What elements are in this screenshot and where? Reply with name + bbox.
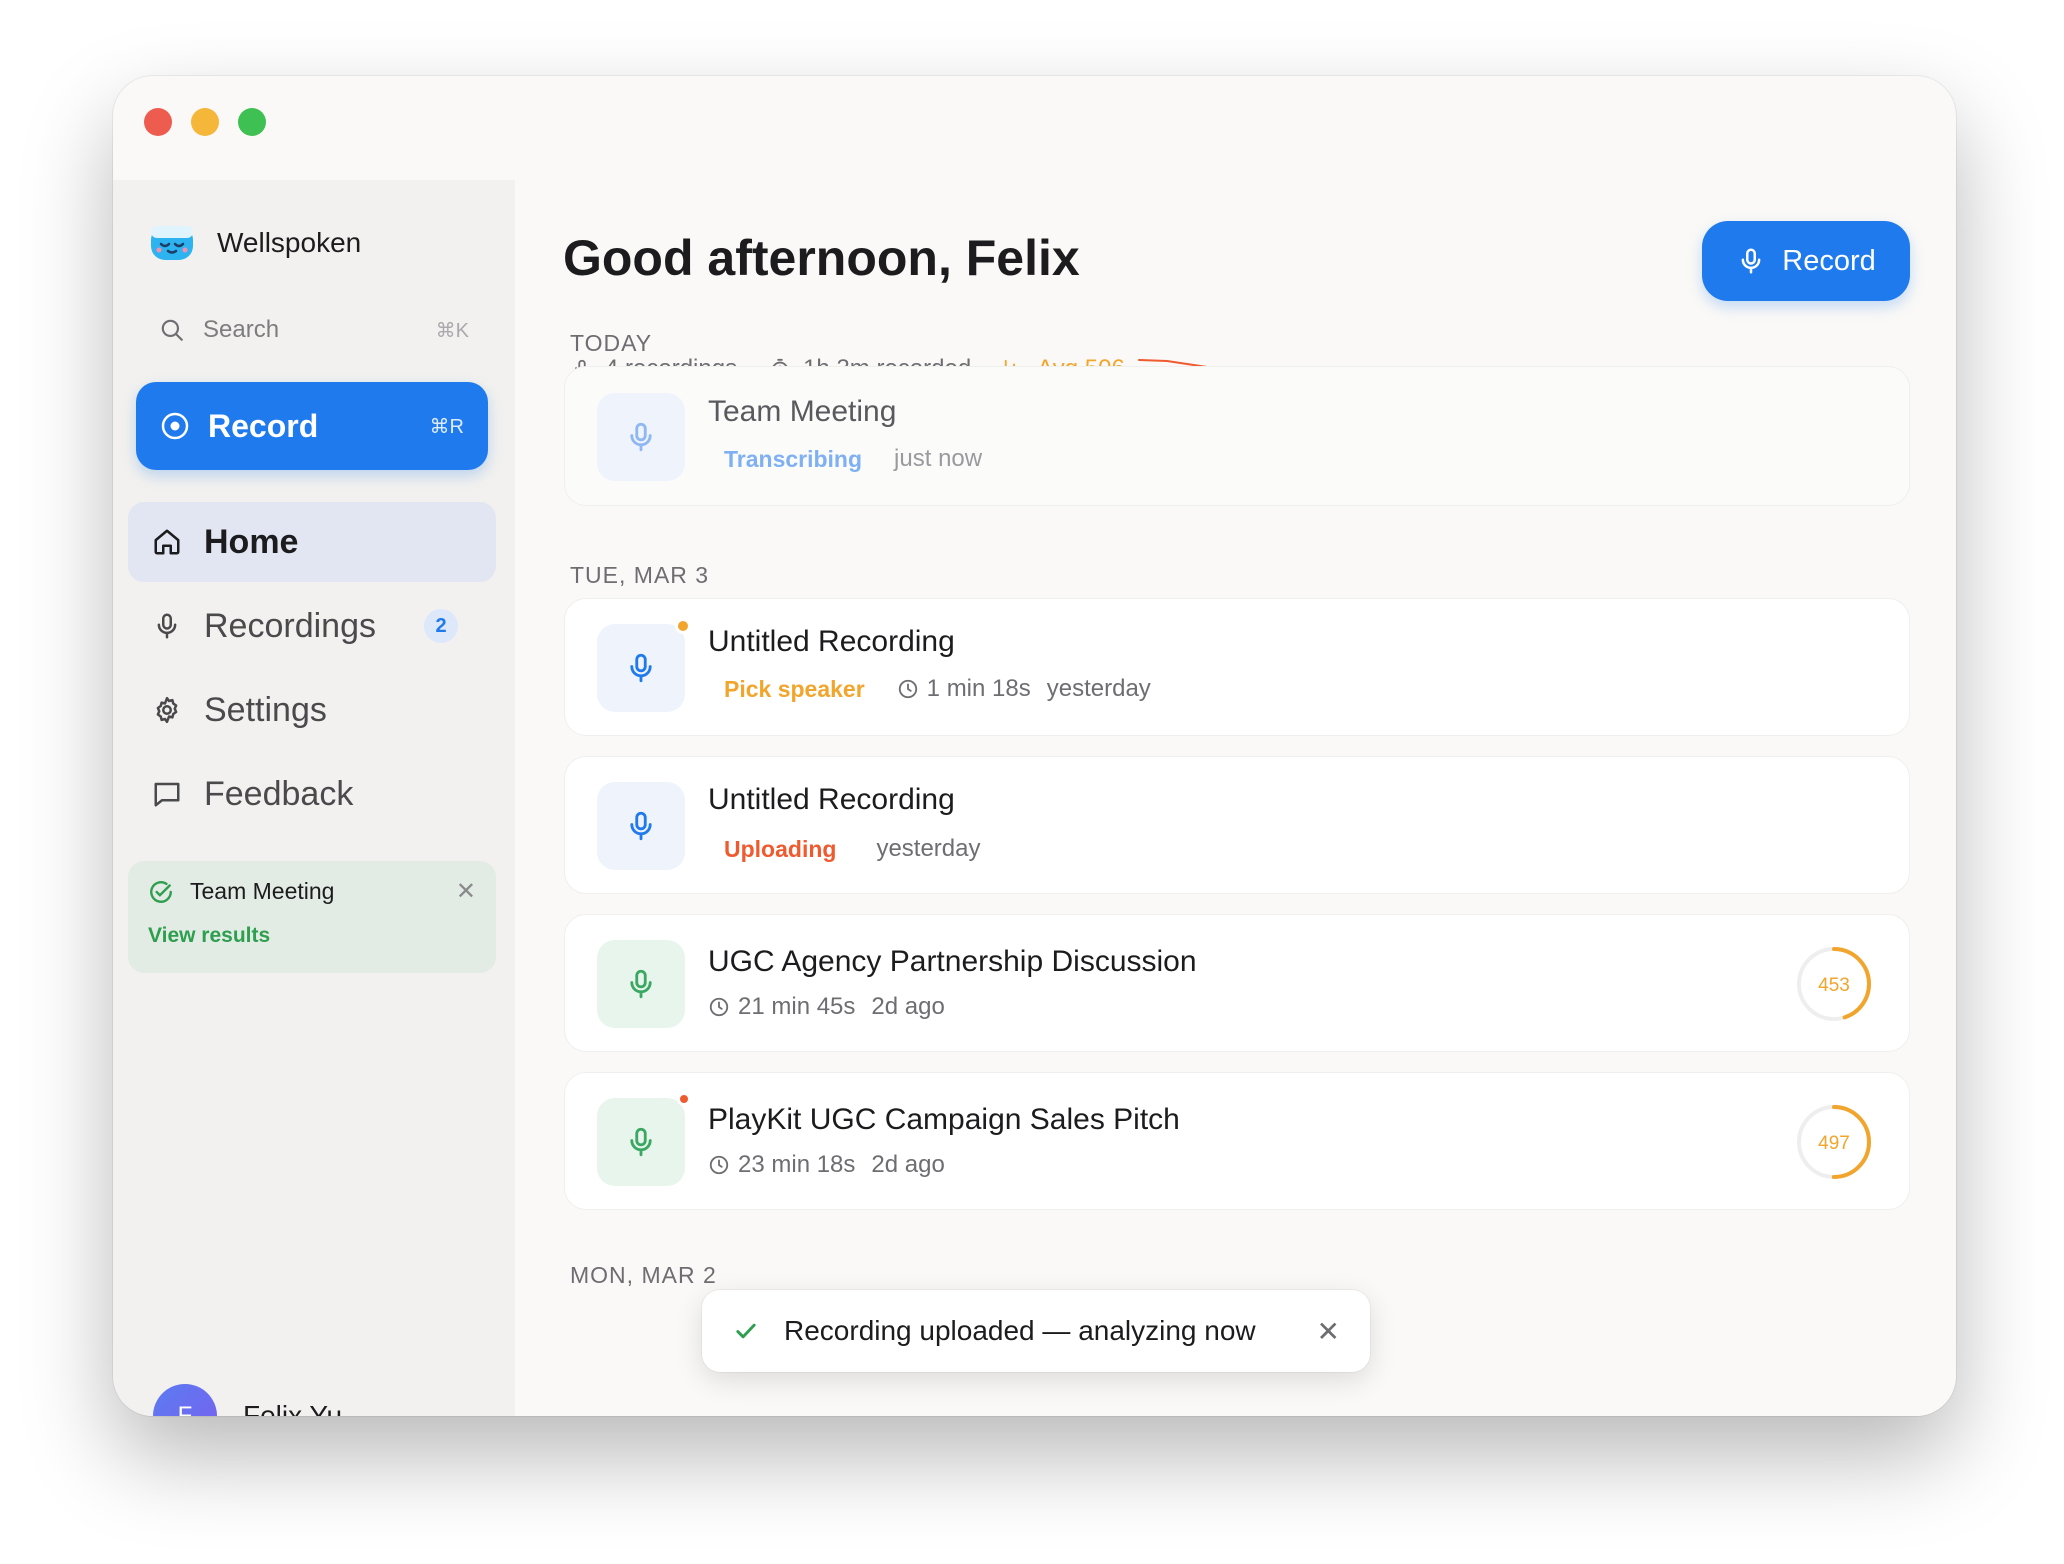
page-title: Good afternoon, Felix — [563, 230, 1080, 286]
section-label-tue: TUE, MAR 3 — [570, 562, 710, 588]
zoom-window-button[interactable] — [238, 108, 266, 136]
recording-card[interactable]: Untitled Recording Pick speaker 1 min 18… — [564, 598, 1910, 736]
sidebar: Wellspoken Search ⌘K Record ⌘R Home Reco… — [113, 180, 515, 1416]
recording-time: 2d ago — [871, 993, 945, 1020]
mic-icon — [1741, 248, 1761, 274]
score-value: 497 — [1818, 1133, 1850, 1154]
recording-time: yesterday — [876, 835, 981, 862]
recording-duration: 21 min 45s — [708, 993, 855, 1021]
sidebar-item-label: Home — [204, 522, 299, 561]
record-button[interactable]: Record — [1702, 221, 1910, 301]
recordings-count-badge: 2 — [424, 609, 458, 643]
user-profile[interactable]: F Felix Yu — [153, 1384, 342, 1416]
notice-title: Team Meeting — [190, 878, 335, 904]
recording-icon-tile — [597, 940, 685, 1028]
toast-notification: Recording uploaded — analyzing now ✕ — [702, 1290, 1370, 1372]
app-logo-icon — [151, 226, 193, 260]
mic-icon — [630, 969, 652, 999]
recording-meta: Uploading yesterday — [708, 835, 981, 863]
duration-text: 23 min 18s — [738, 1151, 856, 1178]
status-badge[interactable]: Pick speaker — [708, 676, 881, 703]
sidebar-record-button[interactable]: Record ⌘R — [136, 382, 488, 470]
recording-card[interactable]: PlayKit UGC Campaign Sales Pitch 23 min … — [564, 1072, 1910, 1210]
gear-icon — [156, 696, 178, 724]
recording-time: just now — [894, 445, 983, 472]
sidebar-nav: Home Recordings 2 Settings Feedback — [128, 502, 496, 838]
recording-card[interactable]: Untitled Recording Uploading yesterday — [564, 756, 1910, 894]
search-shortcut: ⌘K — [435, 319, 469, 342]
app-window: Wellspoken Search ⌘K Record ⌘R Home Reco… — [113, 76, 1956, 1416]
recording-meta: Transcribing just now — [708, 445, 982, 473]
score-ring: 497 — [1797, 1105, 1871, 1179]
search-icon — [161, 319, 183, 341]
recording-duration: 1 min 18s — [897, 675, 1031, 703]
duration-text: 1 min 18s — [926, 675, 1031, 702]
chat-icon — [154, 782, 180, 807]
home-icon — [154, 529, 180, 555]
recording-icon-tile — [597, 393, 685, 481]
minimize-window-button[interactable] — [191, 108, 219, 136]
close-icon[interactable]: ✕ — [1317, 1315, 1340, 1348]
window-controls — [144, 108, 266, 136]
search-label: Search — [203, 316, 280, 343]
recording-icon-tile — [597, 1092, 691, 1186]
close-icon[interactable]: ✕ — [456, 877, 476, 906]
recording-title: UGC Agency Partnership Discussion — [708, 945, 1197, 978]
app-name: Wellspoken — [217, 227, 362, 258]
section-label-mon: MON, MAR 2 — [570, 1262, 717, 1288]
score-value: 453 — [1818, 975, 1850, 996]
check-circle-icon — [150, 880, 172, 903]
close-window-button[interactable] — [144, 108, 172, 136]
recording-time: 2d ago — [871, 1151, 945, 1178]
score-ring: 453 — [1797, 947, 1871, 1021]
brand: Wellspoken — [149, 220, 361, 266]
check-icon — [736, 1323, 756, 1339]
sidebar-item-settings[interactable]: Settings — [128, 670, 496, 750]
recording-title: Untitled Recording — [708, 625, 955, 658]
user-name: Felix Yu — [243, 1400, 343, 1416]
status-badge: Transcribing — [724, 445, 863, 472]
record-label: Record — [208, 407, 319, 444]
status-dot — [677, 1092, 691, 1106]
recording-icon-tile — [597, 782, 685, 870]
avatar: F — [153, 1384, 217, 1416]
mic-icon — [157, 613, 177, 639]
recording-meta: 23 min 18s 2d ago — [708, 1151, 945, 1179]
record-icon — [161, 412, 189, 440]
mic-icon — [630, 422, 652, 452]
recording-title: PlayKit UGC Campaign Sales Pitch — [708, 1103, 1180, 1136]
sidebar-item-label: Settings — [204, 690, 327, 729]
duration-text: 21 min 45s — [738, 993, 856, 1020]
recording-card[interactable]: UGC Agency Partnership Discussion 21 min… — [564, 914, 1910, 1052]
section-label-today: TODAY — [570, 330, 653, 356]
clock-icon — [709, 997, 729, 1017]
sidebar-item-home[interactable]: Home — [128, 502, 496, 582]
status-badge: Uploading — [724, 835, 837, 862]
clock-icon — [709, 1155, 729, 1175]
recording-card[interactable]: Team Meeting Transcribing just now — [564, 366, 1910, 506]
list-fade — [515, 1376, 1956, 1416]
mic-icon — [630, 1127, 652, 1157]
record-label: Record — [1782, 244, 1876, 277]
recording-meta: Pick speaker 1 min 18s yesterday — [708, 675, 1151, 703]
recording-meta: 21 min 45s 2d ago — [708, 993, 945, 1021]
toast-message: Recording uploaded — analyzing now — [784, 1315, 1256, 1346]
mic-icon — [630, 653, 652, 683]
search-button[interactable]: Search ⌘K — [159, 316, 469, 344]
recording-title: Team Meeting — [708, 395, 897, 428]
completed-notice: Team Meeting ✕ View results — [128, 861, 496, 973]
clock-icon — [898, 679, 917, 699]
sidebar-item-recordings[interactable]: Recordings 2 — [128, 586, 496, 666]
record-shortcut: ⌘R — [429, 415, 464, 438]
sidebar-item-label: Feedback — [204, 774, 354, 813]
recording-time: yesterday — [1046, 675, 1151, 702]
sidebar-item-feedback[interactable]: Feedback — [128, 754, 496, 834]
mic-icon — [630, 811, 652, 841]
recording-title: Untitled Recording — [708, 783, 955, 816]
recording-duration: 23 min 18s — [708, 1151, 855, 1179]
status-dot — [675, 618, 691, 634]
sidebar-item-label: Recordings — [204, 606, 376, 645]
view-results-link[interactable]: View results — [148, 924, 476, 948]
recording-icon-tile — [597, 618, 691, 712]
